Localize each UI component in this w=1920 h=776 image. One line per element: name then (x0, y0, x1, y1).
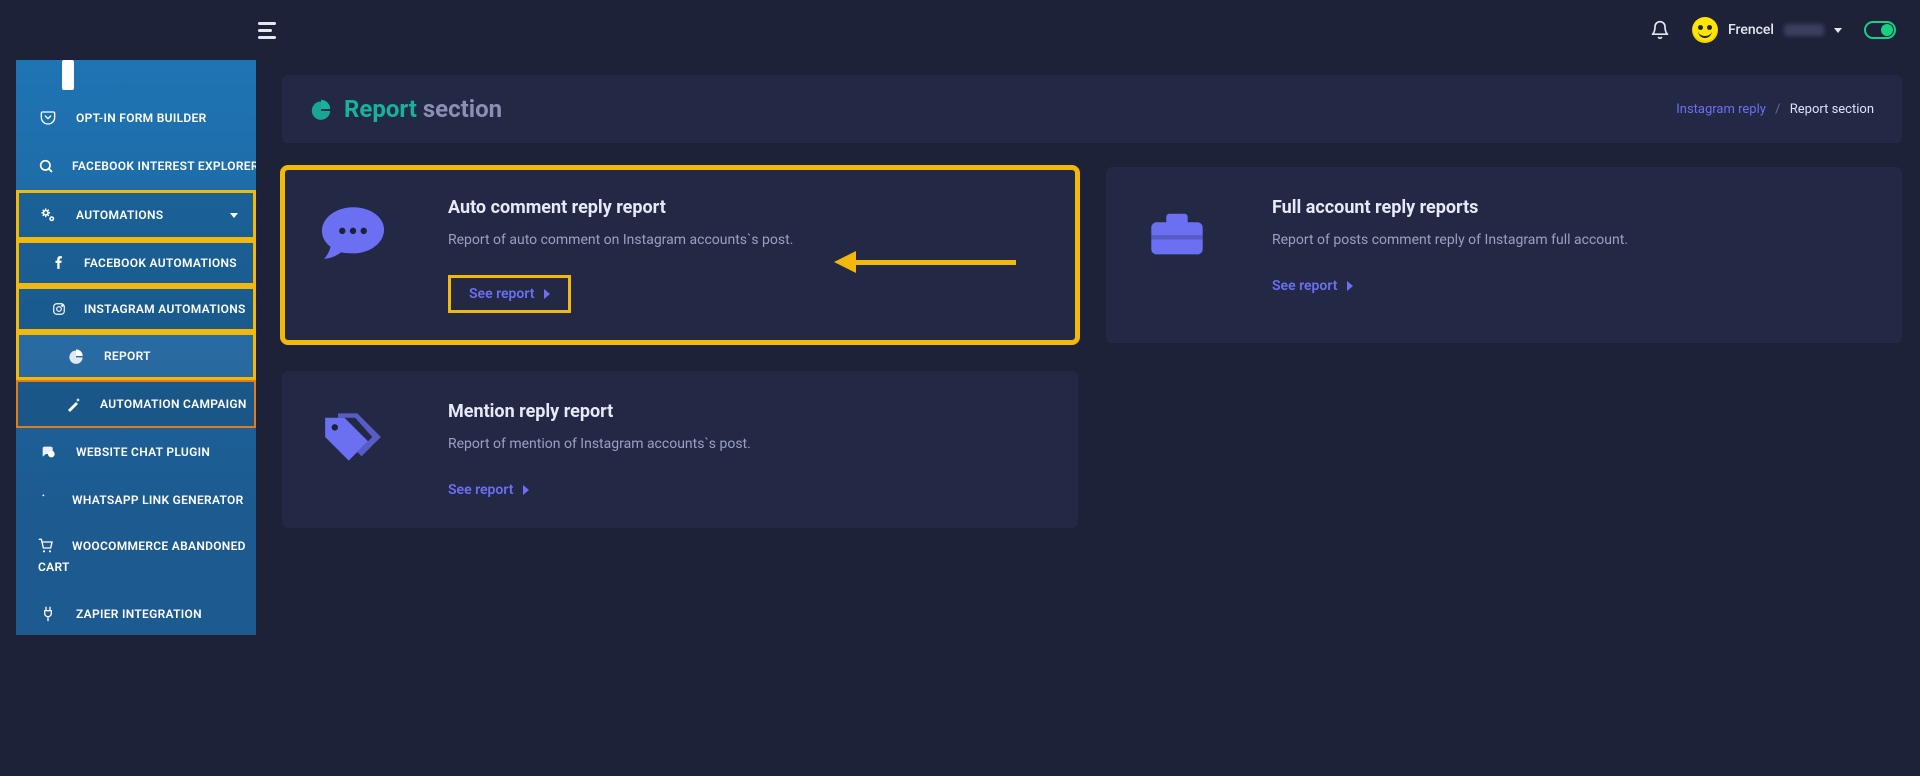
sidebar-item-automation-campaign[interactable]: AUTOMATION CAMPAIGN (16, 380, 256, 428)
card-auto-comment-reply: Auto comment reply report Report of auto… (282, 167, 1078, 343)
cart-icon (38, 538, 54, 554)
sidebar-item-label: WOOCOMMERCE ABANDONED (72, 539, 246, 553)
user-blur (1784, 24, 1824, 36)
bell-icon[interactable] (1650, 20, 1670, 40)
instagram-icon (52, 302, 66, 316)
sidebar-item-automations[interactable]: AUTOMATIONS (16, 190, 256, 240)
card-title: Mention reply report (448, 401, 1050, 422)
user-menu[interactable]: Frencel (1692, 17, 1842, 43)
sidebar-item-label: ZAPIER INTEGRATION (76, 607, 238, 621)
sidebar-item-report[interactable]: REPORT (16, 332, 256, 380)
avatar (1692, 17, 1718, 43)
chevron-right-icon (523, 485, 529, 495)
sidebar-item-label: AUTOMATION CAMPAIGN (100, 397, 247, 411)
magic-wand-icon (66, 396, 82, 412)
annotation-arrow (834, 251, 1016, 273)
sidebar-item-ig-automations[interactable]: INSTAGRAM AUTOMATIONS (16, 286, 256, 332)
card-description: Report of posts comment reply of Instagr… (1272, 230, 1874, 251)
card-description: Report of mention of Instagram accounts`… (448, 434, 1050, 455)
chevron-down-icon (230, 213, 238, 218)
sidebar-item-label: AUTOMATIONS (76, 208, 212, 222)
sidebar-item-label: WHATSAPP LINK GENERATOR (72, 493, 244, 507)
chevron-right-icon (544, 289, 550, 299)
sidebar-item-label: CART (38, 560, 238, 574)
card-mention-reply: Mention reply report Report of mention o… (282, 371, 1078, 528)
chevron-down-icon (1834, 28, 1842, 33)
pie-chart-icon (66, 348, 86, 364)
tags-icon (318, 401, 414, 498)
card-description: Report of auto comment on Instagram acco… (448, 230, 1050, 251)
breadcrumb-current: Report section (1790, 102, 1874, 117)
sidebar-item-label: REPORT (104, 349, 238, 363)
gears-icon (38, 206, 58, 224)
sidebar-item-label: WEBSITE CHAT PLUGIN (76, 445, 238, 459)
chat-icon (38, 444, 58, 460)
sidebar-item-chat-plugin[interactable]: WEBSITE CHAT PLUGIN (16, 428, 256, 476)
see-report-button[interactable]: See report (448, 482, 529, 498)
breadcrumb-link[interactable]: Instagram reply (1676, 102, 1766, 117)
see-report-label: See report (1272, 278, 1337, 294)
see-report-button[interactable]: See report (1272, 278, 1353, 294)
topbar: Frencel (0, 0, 1920, 60)
sidebar-item-label: FACEBOOK AUTOMATIONS (84, 256, 237, 270)
sidebar-item-optin[interactable]: OPT-IN FORM BUILDER (16, 94, 256, 142)
sidebar-item-woocommerce-cart[interactable]: WOOCOMMERCE ABANDONED CART (16, 524, 256, 590)
menu-toggle-icon[interactable] (258, 18, 282, 42)
breadcrumb-separator: / (1769, 102, 1786, 117)
topbar-right: Frencel (1650, 17, 1896, 43)
briefcase-icon (1142, 197, 1238, 313)
see-report-label: See report (469, 286, 534, 302)
sidebar-item-whatsapp-link[interactable]: WHATSAPP LINK GENERATOR (16, 476, 256, 524)
facebook-icon (52, 256, 66, 270)
card-title: Auto comment reply report (448, 197, 1050, 218)
pie-chart-icon (310, 98, 332, 120)
sidebar-item-zapier[interactable]: ZAPIER INTEGRATION (16, 590, 256, 635)
chevron-down-icon (255, 261, 256, 266)
sidebar-item-label: OPT-IN FORM BUILDER (76, 111, 238, 125)
sidebar: OPT-IN FORM BUILDER FACEBOOK INTEREST EX… (16, 60, 256, 635)
sidebar-item-fb-automations[interactable]: FACEBOOK AUTOMATIONS (16, 240, 256, 286)
page-title: Report section (344, 95, 502, 123)
see-report-button[interactable]: See report (448, 275, 571, 313)
sidebar-scrollbar[interactable] (62, 60, 74, 90)
card-full-account-reply: Full account reply reports Report of pos… (1106, 167, 1902, 343)
comment-icon (318, 197, 414, 313)
plug-icon (38, 606, 58, 622)
sidebar-item-fb-interest[interactable]: FACEBOOK INTEREST EXPLORER (16, 142, 256, 190)
main-content: Report section Instagram reply / Report … (282, 75, 1902, 776)
magic-icon (38, 492, 54, 508)
page-header: Report section Instagram reply / Report … (282, 75, 1902, 143)
user-name: Frencel (1728, 22, 1774, 38)
sidebar-item-label: INSTAGRAM AUTOMATIONS (84, 302, 246, 316)
sidebar-item-label: FACEBOOK INTEREST EXPLORER (72, 159, 256, 173)
pocket-icon (38, 110, 58, 126)
theme-toggle[interactable] (1864, 21, 1896, 39)
card-title: Full account reply reports (1272, 197, 1874, 218)
chevron-right-icon (1347, 281, 1353, 291)
see-report-label: See report (448, 482, 513, 498)
search-icon (38, 158, 54, 174)
breadcrumb: Instagram reply / Report section (1676, 102, 1874, 117)
